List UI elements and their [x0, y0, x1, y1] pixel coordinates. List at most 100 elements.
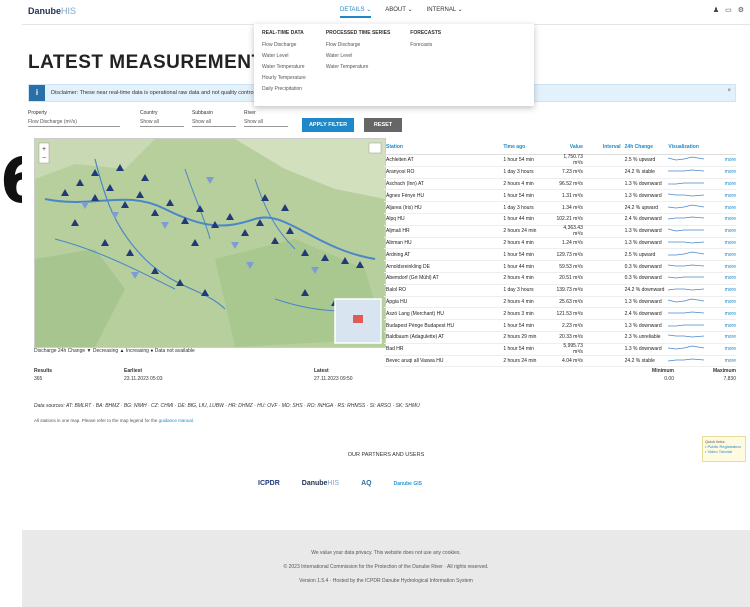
row-station[interactable]: Ágnes Fénye HU — [384, 193, 503, 199]
subbasin-filter[interactable]: Subbasin Show all — [192, 110, 236, 127]
dropdown-item[interactable]: Water Level — [326, 53, 390, 59]
table-row[interactable]: Budapest Pénge Budapest HU 1 hour 54 min 2… — [384, 320, 736, 332]
row-more-link[interactable]: more — [710, 252, 736, 258]
apply-filter-button[interactable]: APPLY FILTER — [302, 118, 354, 132]
row-more-link[interactable]: more — [710, 287, 736, 293]
table-row[interactable]: Bad HR 1 hour 54 min 5,995.73 m³/s 1.3 % do… — [384, 343, 736, 356]
row-station[interactable]: Aljarea (Iris) HU — [384, 205, 503, 211]
close-icon[interactable]: × — [727, 88, 731, 94]
dropdown-item[interactable]: Flow Discharge — [326, 42, 390, 48]
row-visualization — [668, 357, 710, 365]
table-row[interactable]: Ápgia HU 2 hours 4 min 25.63 m³/s 1.3 % dow… — [384, 297, 736, 309]
row-station[interactable]: Ápgia HU — [384, 299, 503, 305]
row-station[interactable]: Achleiten AT — [384, 157, 503, 163]
dropdown-item[interactable]: Hourly Temperature — [262, 75, 306, 81]
reset-button[interactable]: RESET — [364, 118, 402, 132]
row-more-link[interactable]: more — [710, 193, 736, 199]
row-more-link[interactable]: more — [710, 299, 736, 305]
dropdown-item[interactable]: Water Temperature — [326, 64, 390, 70]
row-more-link[interactable]: more — [710, 216, 736, 222]
row-station[interactable]: Aljmaš HR — [384, 228, 503, 234]
row-more-link[interactable]: more — [710, 205, 736, 211]
row-station[interactable]: Alpq HU — [384, 216, 503, 222]
table-row[interactable]: Bevec aruqi all Vaswa HU 2 hours 24 min 4.… — [384, 356, 736, 368]
table-row[interactable]: Baldbaum (Adagulette) AT 2 hours 29 min 20… — [384, 332, 736, 344]
row-station[interactable]: Balol RO — [384, 287, 503, 293]
stations-map[interactable]: + − — [34, 138, 386, 348]
table-row[interactable]: Aljarea (Iris) HU 1 day 3 hours 1.34 m³/s 2… — [384, 202, 736, 214]
video-tutorial-link[interactable]: • Video Tutorial — [705, 449, 743, 454]
nav-details[interactable]: DETAILS ⌄ — [340, 6, 372, 18]
row-station[interactable]: Alirman HU — [384, 240, 503, 246]
table-row[interactable]: Balol RO 1 day 3 hours 139.73 m³/s 24.2 % d… — [384, 285, 736, 297]
row-station[interactable]: Aszó Lang (Merchant) HU — [384, 311, 503, 317]
table-row[interactable]: Ágnes Fénye HU 1 hour 54 min 1.31 m³/s 1.3 … — [384, 190, 736, 203]
row-station[interactable]: Arnoldsreinkling DE — [384, 264, 503, 270]
danubehis-logo[interactable]: DanubeHIS — [302, 480, 339, 487]
table-row[interactable]: Aszó Lang (Merchant) HU 2 hours 3 min 121.… — [384, 308, 736, 321]
row-station[interactable]: Bad HR — [384, 346, 503, 352]
col-24h-change[interactable]: 24h Change — [621, 144, 669, 150]
subbasin-select[interactable]: Show all — [192, 119, 236, 127]
row-station[interactable]: Bevec aruqi all Vaswa HU — [384, 358, 503, 364]
row-more-link[interactable]: more — [710, 275, 736, 281]
row-more-link[interactable]: more — [710, 334, 736, 340]
dropdown-item[interactable]: Daily Precipitation — [262, 86, 306, 92]
col-value[interactable]: Value — [553, 144, 583, 150]
guidance-link[interactable]: guidance manual. — [159, 418, 195, 423]
map-canvas[interactable]: + − — [35, 139, 385, 347]
row-more-link[interactable]: more — [710, 264, 736, 270]
icpdr-logo[interactable]: ICPDR — [258, 480, 280, 487]
table-row[interactable]: Alpq HU 1 hour 44 min 102.21 m³/s 2.4 % dow… — [384, 214, 736, 226]
stats-header: Results Earliest Latest Minimum Maximum — [34, 368, 736, 376]
logo[interactable]: DanubeHIS — [28, 6, 76, 16]
col-interval[interactable]: Interval — [583, 144, 621, 150]
nav-internal[interactable]: INTERNAL ⌄ — [427, 6, 463, 18]
language-icon[interactable]: ▭ — [725, 6, 732, 14]
row-value: 1.24 m³/s — [562, 239, 583, 246]
dropdown-item[interactable]: Forecasts — [410, 42, 441, 48]
dropdown-item[interactable]: Flow Discharge — [262, 42, 306, 48]
row-station[interactable]: Abemdorf (Grt Mühl) AT — [384, 275, 503, 281]
country-filter[interactable]: Country Show all — [140, 110, 184, 127]
dropdown-item[interactable]: Water Temperature — [262, 64, 306, 70]
property-filter[interactable]: Property Flow Discharge (m³/s) — [28, 110, 120, 127]
user-icon[interactable]: ♟ — [713, 6, 719, 14]
table-row[interactable]: Ardning AT 1 hour 54 min 129.73 m³/s 2.5 % … — [384, 249, 736, 262]
row-more-link[interactable]: more — [710, 346, 736, 352]
col-station[interactable]: Station — [384, 144, 503, 150]
row-station[interactable]: Ardning AT — [384, 252, 503, 258]
river-select[interactable]: Show all — [244, 119, 288, 127]
table-row[interactable]: Abemdorf (Grt Mühl) AT 2 hours 4 min 20.51… — [384, 273, 736, 285]
row-more-link[interactable]: more — [710, 323, 736, 329]
table-row[interactable]: Alirman HU 2 hours 4 min 1.24 m³/s 1.3 % do… — [384, 238, 736, 250]
table-row[interactable]: Aschach (Inn) AT 2 hours 4 min 96.52 m³/s 1… — [384, 179, 736, 191]
row-station[interactable]: Aschach (Inn) AT — [384, 181, 503, 187]
row-time-ago: 1 hour 54 min — [503, 157, 534, 164]
row-more-link[interactable]: more — [710, 358, 736, 364]
row-more-link[interactable]: more — [710, 181, 736, 187]
river-filter[interactable]: River Show all — [244, 110, 288, 127]
row-more-link[interactable]: more — [710, 169, 736, 175]
dropdown-item[interactable]: Water Level — [262, 53, 306, 59]
col-time-ago[interactable]: Time ago — [503, 144, 553, 150]
row-value: 4,363.43 m³/s — [563, 225, 583, 238]
table-row[interactable]: Achleiten AT 1 hour 54 min 1,750.73 m³/s 2.… — [384, 154, 736, 167]
table-row[interactable]: Aranyosi RO 1 day 3 hours 7.23 m³/s 24.2 % … — [384, 167, 736, 179]
nav-about[interactable]: ABOUT ⌄ — [385, 6, 412, 18]
settings-icon[interactable]: ⚙ — [738, 6, 744, 14]
aq-logo[interactable]: AQ — [361, 480, 372, 487]
row-24h-change: 2.5 % upward — [624, 251, 656, 258]
row-more-link[interactable]: more — [710, 240, 736, 246]
row-more-link[interactable]: more — [710, 157, 736, 163]
row-more-link[interactable]: more — [710, 311, 736, 317]
row-more-link[interactable]: more — [710, 228, 736, 234]
row-station[interactable]: Baldbaum (Adagulette) AT — [384, 334, 503, 340]
danube-gis-logo[interactable]: Danube GIS — [394, 481, 422, 487]
table-row[interactable]: Aljmaš HR 2 hours 24 min 4,363.43 m³/s 1.3 … — [384, 225, 736, 238]
row-station[interactable]: Budapest Pénge Budapest HU — [384, 323, 503, 329]
row-station[interactable]: Aranyosi RO — [384, 169, 503, 175]
table-row[interactable]: Arnoldsreinkling DE 1 hour 44 min 59.53 m³… — [384, 261, 736, 273]
country-select[interactable]: Show all — [140, 119, 184, 127]
property-select[interactable]: Flow Discharge (m³/s) — [28, 119, 120, 127]
